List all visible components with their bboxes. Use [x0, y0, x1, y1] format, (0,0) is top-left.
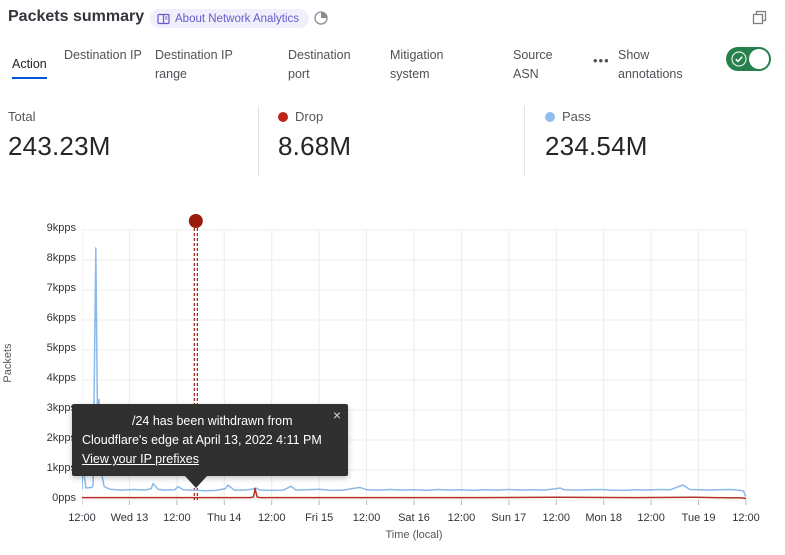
packets-time-series-chart[interactable]: Packets 9kpps 8kpps 7kpps 6kpps 5kpps 4kpps 3k… [0, 205, 785, 555]
pie-history-icon[interactable] [313, 10, 329, 26]
stat-drop: Drop 8.68M [278, 109, 351, 162]
y-tick-label: 7kpps [0, 282, 76, 294]
show-annotations-label: Show annotations [618, 46, 710, 84]
x-tick-label: Sun 17 [491, 512, 526, 524]
tab-destination-port[interactable]: Destination port [288, 46, 370, 84]
y-tick-label: 9kpps [0, 222, 76, 234]
stat-pass-value: 234.54M [545, 131, 648, 162]
tab-action[interactable]: Action [12, 55, 47, 79]
stat-pass-label: Pass [562, 109, 591, 124]
tab-mitigation-system[interactable]: Mitigation system [390, 46, 470, 84]
check-icon [731, 51, 747, 67]
stat-drop-label: Drop [295, 109, 323, 124]
x-tick-label: 12:00 [353, 512, 381, 524]
view-ip-prefixes-link[interactable]: View your IP prefixes [82, 450, 199, 469]
stat-drop-value: 8.68M [278, 131, 351, 162]
close-icon[interactable]: × [333, 406, 341, 425]
stat-total-value: 243.23M [8, 131, 111, 162]
x-tick-label: 12:00 [163, 512, 191, 524]
packets-summary-panel: Packets summary About Network Analytics … [0, 0, 785, 555]
tooltip-line2: Cloudflare's edge at April 13, 2022 4:11… [82, 433, 322, 447]
stat-total-label: Total [8, 109, 35, 124]
x-tick-label: 12:00 [637, 512, 665, 524]
y-tick-label: 2kpps [0, 432, 76, 444]
tooltip-line1: /24 has been withdrawn from [132, 412, 338, 431]
stat-divider [258, 106, 259, 176]
y-tick-label: 0pps [0, 492, 76, 504]
y-tick-label: 5kpps [0, 342, 76, 354]
y-tick-label: 6kpps [0, 312, 76, 324]
stat-total: Total 243.23M [8, 109, 111, 162]
toggle-knob [749, 49, 769, 69]
about-network-analytics-badge[interactable]: About Network Analytics [150, 9, 309, 28]
x-tick-label: 12:00 [448, 512, 476, 524]
drop-legend-dot [278, 112, 288, 122]
x-tick-label: 12:00 [732, 512, 760, 524]
annotation-tooltip: × /24 has been withdrawn from Cloudflare… [72, 404, 348, 476]
x-tick-label: Sat 16 [398, 512, 430, 524]
page-title: Packets summary [8, 8, 144, 26]
stat-pass: Pass 234.54M [545, 109, 648, 162]
y-axis-title: Packets [2, 328, 14, 398]
x-tick-label: 12:00 [68, 512, 96, 524]
more-tabs-button[interactable]: ••• [593, 53, 610, 68]
x-tick-label: Wed 13 [111, 512, 149, 524]
pass-legend-dot [545, 112, 555, 122]
show-annotations-toggle[interactable] [726, 47, 771, 71]
stat-divider [524, 106, 525, 176]
tooltip-arrow [185, 476, 207, 488]
y-tick-label: 1kpps [0, 462, 76, 474]
x-axis-title: Time (local) [385, 529, 442, 541]
y-tick-label: 8kpps [0, 252, 76, 264]
overlap-windows-icon[interactable] [751, 9, 768, 26]
badge-label: About Network Analytics [175, 13, 299, 25]
x-tick-label: Mon 18 [585, 512, 622, 524]
y-tick-label: 4kpps [0, 372, 76, 384]
x-tick-label: 12:00 [543, 512, 571, 524]
annotation-marker-dot[interactable] [189, 214, 203, 228]
x-tick-label: Tue 19 [682, 512, 716, 524]
book-icon [157, 13, 170, 25]
tab-destination-ip[interactable]: Destination IP [64, 46, 144, 65]
x-tick-label: Fri 15 [305, 512, 333, 524]
tab-destination-ip-range[interactable]: Destination IP range [155, 46, 255, 84]
y-tick-label: 3kpps [0, 402, 76, 414]
x-tick-label: Thu 14 [207, 512, 241, 524]
x-tick-label: 12:00 [258, 512, 286, 524]
tab-source-asn[interactable]: Source ASN [513, 46, 571, 84]
